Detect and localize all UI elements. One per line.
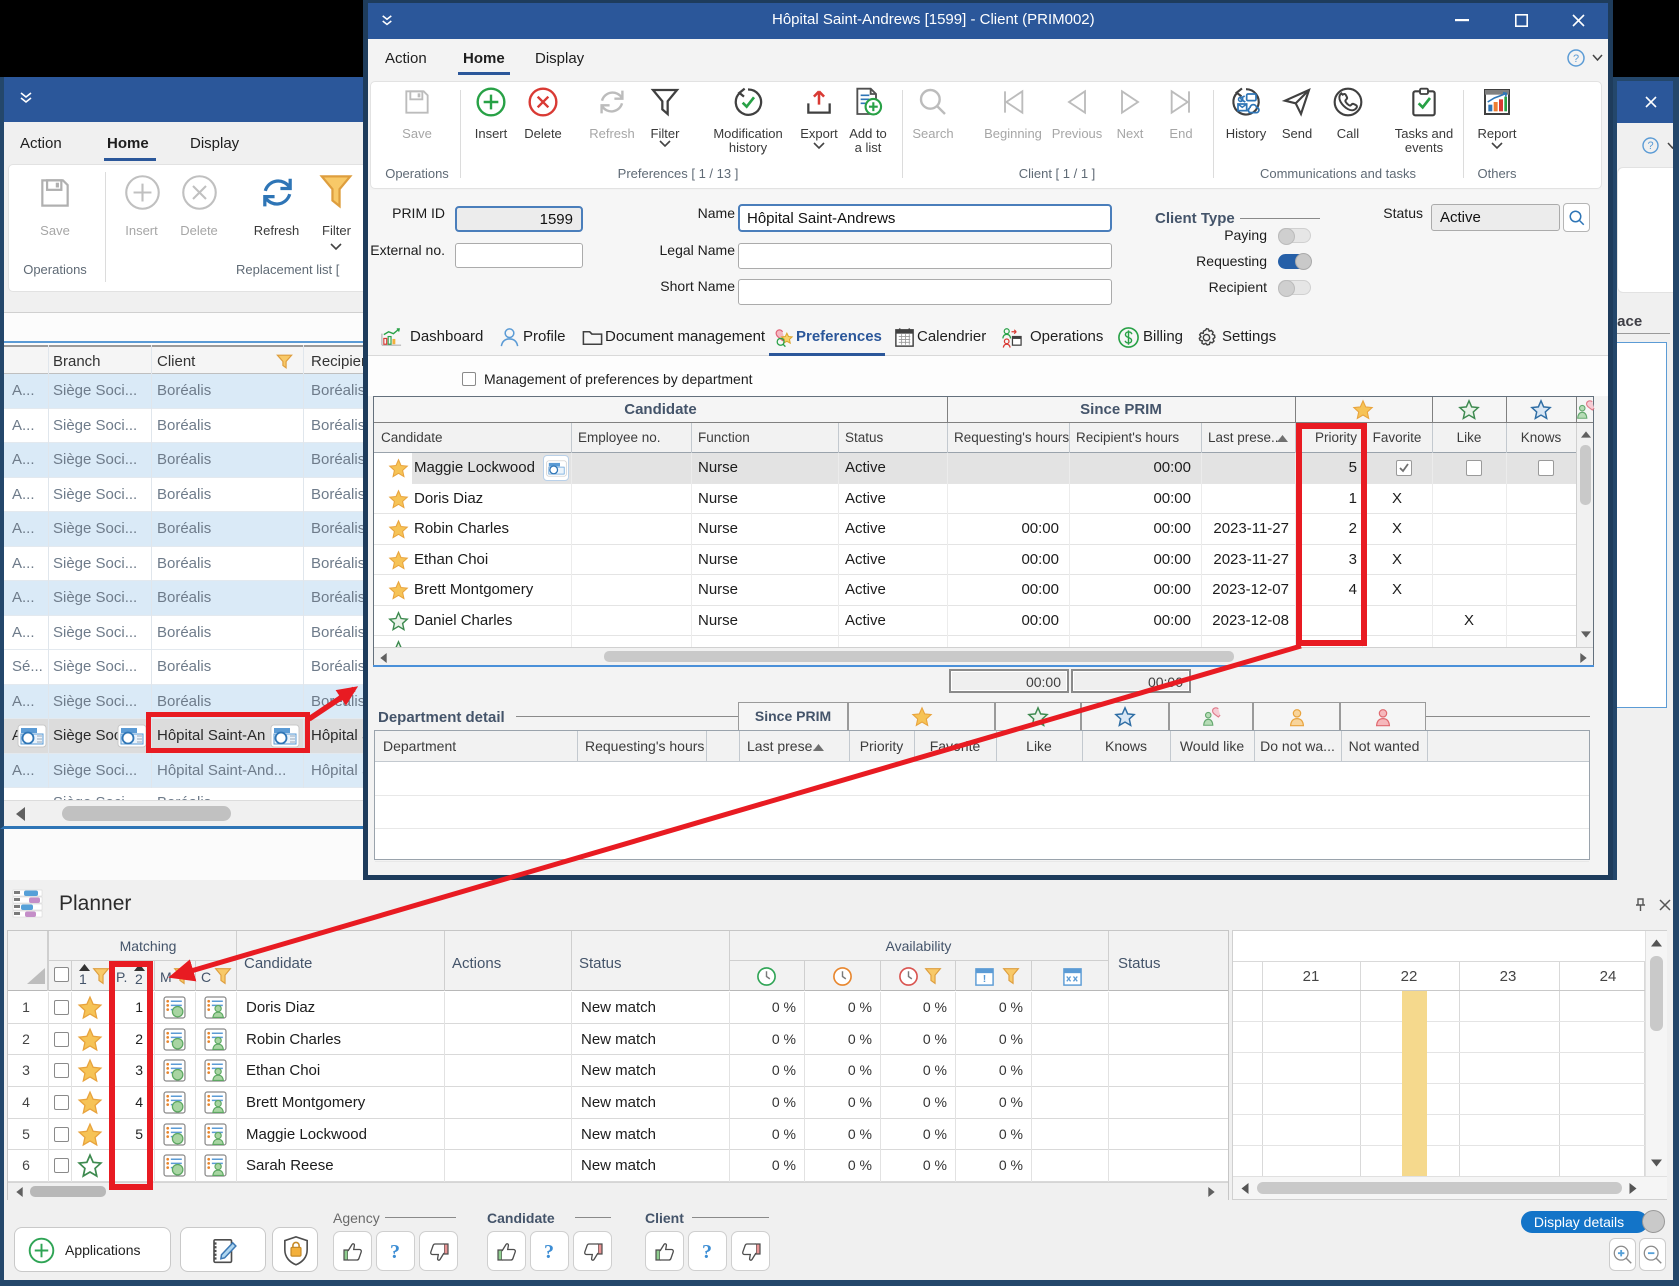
svg-text:?: ?: [1647, 140, 1653, 152]
svg-text:?: ?: [390, 1241, 400, 1263]
svg-text:!: !: [983, 973, 987, 985]
svg-text:?: ?: [702, 1241, 712, 1263]
svg-text:?: ?: [544, 1241, 554, 1263]
svg-text:?: ?: [1573, 53, 1579, 65]
